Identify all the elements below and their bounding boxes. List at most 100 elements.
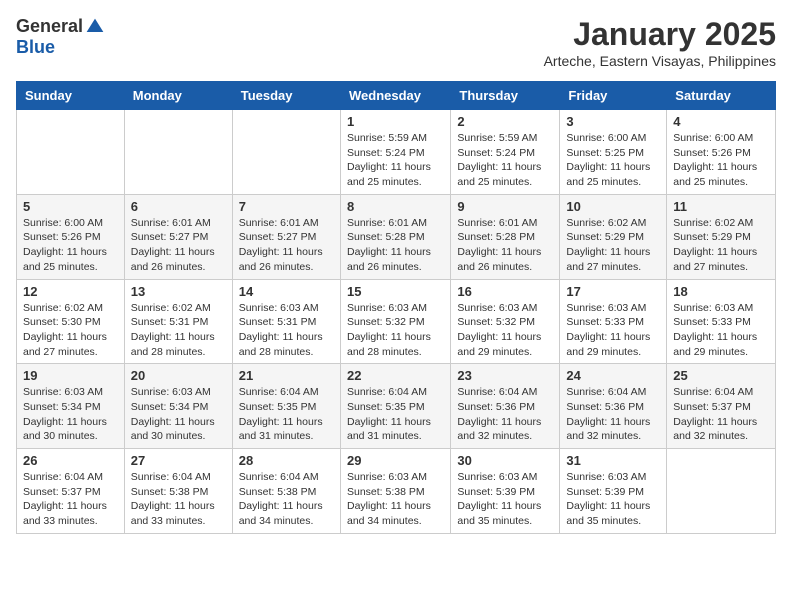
day-info: Sunrise: 6:03 AM Sunset: 5:39 PM Dayligh… [457, 470, 553, 529]
title-area: January 2025 Arteche, Eastern Visayas, P… [544, 16, 776, 69]
day-info: Sunrise: 6:02 AM Sunset: 5:29 PM Dayligh… [566, 216, 660, 275]
day-info: Sunrise: 6:00 AM Sunset: 5:26 PM Dayligh… [23, 216, 118, 275]
table-row: 31 Sunrise: 6:03 AM Sunset: 5:39 PM Dayli… [560, 449, 667, 534]
day-info: Sunrise: 6:03 AM Sunset: 5:38 PM Dayligh… [347, 470, 444, 529]
day-number: 11 [673, 199, 769, 214]
table-row: 16 Sunrise: 6:03 AM Sunset: 5:32 PM Dayli… [451, 279, 560, 364]
table-row: 21 Sunrise: 6:04 AM Sunset: 5:35 PM Dayli… [232, 364, 340, 449]
logo-icon [85, 17, 105, 37]
col-saturday: Saturday [667, 82, 776, 110]
day-info: Sunrise: 6:04 AM Sunset: 5:37 PM Dayligh… [23, 470, 118, 529]
day-number: 10 [566, 199, 660, 214]
table-row: 28Sunrise: 6:04 AM Sunset: 5:38 PM Dayli… [232, 449, 340, 534]
calendar-week-row: 12Sunrise: 6:02 AM Sunset: 5:30 PM Dayli… [17, 279, 776, 364]
day-number: 15 [347, 284, 444, 299]
day-number: 24 [566, 368, 660, 383]
day-number: 8 [347, 199, 444, 214]
day-info: Sunrise: 5:59 AM Sunset: 5:24 PM Dayligh… [347, 131, 444, 190]
day-info: Sunrise: 6:01 AM Sunset: 5:28 PM Dayligh… [347, 216, 444, 275]
day-number: 1 [347, 114, 444, 129]
table-row: 27 Sunrise: 6:04 AM Sunset: 5:38 PM Dayli… [124, 449, 232, 534]
day-number: 6 [131, 199, 226, 214]
table-row: 10 Sunrise: 6:02 AM Sunset: 5:29 PM Dayli… [560, 194, 667, 279]
day-number: 23 [457, 368, 553, 383]
col-sunday: Sunday [17, 82, 125, 110]
day-number: 29 [347, 453, 444, 468]
table-row: 4 Sunrise: 6:00 AM Sunset: 5:26 PM Daylig… [667, 110, 776, 195]
day-info: Sunrise: 6:03 AM Sunset: 5:32 PM Dayligh… [457, 301, 553, 360]
col-friday: Friday [560, 82, 667, 110]
day-number: 4 [673, 114, 769, 129]
day-number: 22 [347, 368, 444, 383]
day-info: Sunrise: 6:04 AM Sunset: 5:36 PM Dayligh… [457, 385, 553, 444]
logo-blue: Blue [16, 37, 55, 58]
table-row: 12Sunrise: 6:02 AM Sunset: 5:30 PM Dayli… [17, 279, 125, 364]
table-row [17, 110, 125, 195]
table-row: 6Sunrise: 6:01 AM Sunset: 5:27 PM Daylig… [124, 194, 232, 279]
calendar-week-row: 5 Sunrise: 6:00 AM Sunset: 5:26 PM Daylig… [17, 194, 776, 279]
day-number: 16 [457, 284, 553, 299]
day-number: 25 [673, 368, 769, 383]
table-row: 20 Sunrise: 6:03 AM Sunset: 5:34 PM Dayli… [124, 364, 232, 449]
day-number: 27 [131, 453, 226, 468]
day-info: Sunrise: 6:03 AM Sunset: 5:34 PM Dayligh… [131, 385, 226, 444]
page-header: General Blue January 2025 Arteche, Easte… [16, 16, 776, 69]
day-info: Sunrise: 6:04 AM Sunset: 5:38 PM Dayligh… [131, 470, 226, 529]
table-row: 7Sunrise: 6:01 AM Sunset: 5:27 PM Daylig… [232, 194, 340, 279]
day-number: 21 [239, 368, 334, 383]
day-info: Sunrise: 6:03 AM Sunset: 5:31 PM Dayligh… [239, 301, 334, 360]
day-number: 5 [23, 199, 118, 214]
calendar-table: Sunday Monday Tuesday Wednesday Thursday… [16, 81, 776, 534]
day-number: 18 [673, 284, 769, 299]
table-row: 15 Sunrise: 6:03 AM Sunset: 5:32 PM Dayli… [340, 279, 450, 364]
day-number: 12 [23, 284, 118, 299]
day-info: Sunrise: 5:59 AM Sunset: 5:24 PM Dayligh… [457, 131, 553, 190]
table-row: 25 Sunrise: 6:04 AM Sunset: 5:37 PM Dayli… [667, 364, 776, 449]
col-wednesday: Wednesday [340, 82, 450, 110]
day-number: 20 [131, 368, 226, 383]
calendar-header-row: Sunday Monday Tuesday Wednesday Thursday… [17, 82, 776, 110]
table-row: 5 Sunrise: 6:00 AM Sunset: 5:26 PM Daylig… [17, 194, 125, 279]
day-info: Sunrise: 6:04 AM Sunset: 5:35 PM Dayligh… [347, 385, 444, 444]
month-title: January 2025 [544, 16, 776, 53]
day-number: 9 [457, 199, 553, 214]
day-number: 14 [239, 284, 334, 299]
table-row: 9Sunrise: 6:01 AM Sunset: 5:28 PM Daylig… [451, 194, 560, 279]
table-row: 19Sunrise: 6:03 AM Sunset: 5:34 PM Dayli… [17, 364, 125, 449]
day-info: Sunrise: 6:03 AM Sunset: 5:33 PM Dayligh… [566, 301, 660, 360]
day-info: Sunrise: 6:03 AM Sunset: 5:39 PM Dayligh… [566, 470, 660, 529]
location-subtitle: Arteche, Eastern Visayas, Philippines [544, 53, 776, 69]
day-info: Sunrise: 6:02 AM Sunset: 5:31 PM Dayligh… [131, 301, 226, 360]
table-row: 22 Sunrise: 6:04 AM Sunset: 5:35 PM Dayli… [340, 364, 450, 449]
table-row: 23 Sunrise: 6:04 AM Sunset: 5:36 PM Dayli… [451, 364, 560, 449]
table-row: 8 Sunrise: 6:01 AM Sunset: 5:28 PM Daylig… [340, 194, 450, 279]
day-info: Sunrise: 6:03 AM Sunset: 5:34 PM Dayligh… [23, 385, 118, 444]
table-row: 14 Sunrise: 6:03 AM Sunset: 5:31 PM Dayli… [232, 279, 340, 364]
day-info: Sunrise: 6:04 AM Sunset: 5:37 PM Dayligh… [673, 385, 769, 444]
calendar-week-row: 26Sunrise: 6:04 AM Sunset: 5:37 PM Dayli… [17, 449, 776, 534]
logo: General Blue [16, 16, 105, 58]
col-thursday: Thursday [451, 82, 560, 110]
calendar-week-row: 1 Sunrise: 5:59 AM Sunset: 5:24 PM Daylig… [17, 110, 776, 195]
table-row [667, 449, 776, 534]
table-row: 2 Sunrise: 5:59 AM Sunset: 5:24 PM Daylig… [451, 110, 560, 195]
table-row: 29 Sunrise: 6:03 AM Sunset: 5:38 PM Dayli… [340, 449, 450, 534]
day-info: Sunrise: 6:00 AM Sunset: 5:25 PM Dayligh… [566, 131, 660, 190]
day-info: Sunrise: 6:03 AM Sunset: 5:32 PM Dayligh… [347, 301, 444, 360]
table-row: 13Sunrise: 6:02 AM Sunset: 5:31 PM Dayli… [124, 279, 232, 364]
table-row: 24Sunrise: 6:04 AM Sunset: 5:36 PM Dayli… [560, 364, 667, 449]
day-info: Sunrise: 6:00 AM Sunset: 5:26 PM Dayligh… [673, 131, 769, 190]
day-number: 31 [566, 453, 660, 468]
table-row: 17 Sunrise: 6:03 AM Sunset: 5:33 PM Dayli… [560, 279, 667, 364]
day-number: 7 [239, 199, 334, 214]
day-info: Sunrise: 6:04 AM Sunset: 5:38 PM Dayligh… [239, 470, 334, 529]
logo-general: General [16, 16, 83, 37]
day-info: Sunrise: 6:02 AM Sunset: 5:29 PM Dayligh… [673, 216, 769, 275]
table-row: 18Sunrise: 6:03 AM Sunset: 5:33 PM Dayli… [667, 279, 776, 364]
table-row: 11 Sunrise: 6:02 AM Sunset: 5:29 PM Dayli… [667, 194, 776, 279]
day-number: 2 [457, 114, 553, 129]
day-number: 30 [457, 453, 553, 468]
day-info: Sunrise: 6:04 AM Sunset: 5:35 PM Dayligh… [239, 385, 334, 444]
table-row [232, 110, 340, 195]
day-number: 17 [566, 284, 660, 299]
